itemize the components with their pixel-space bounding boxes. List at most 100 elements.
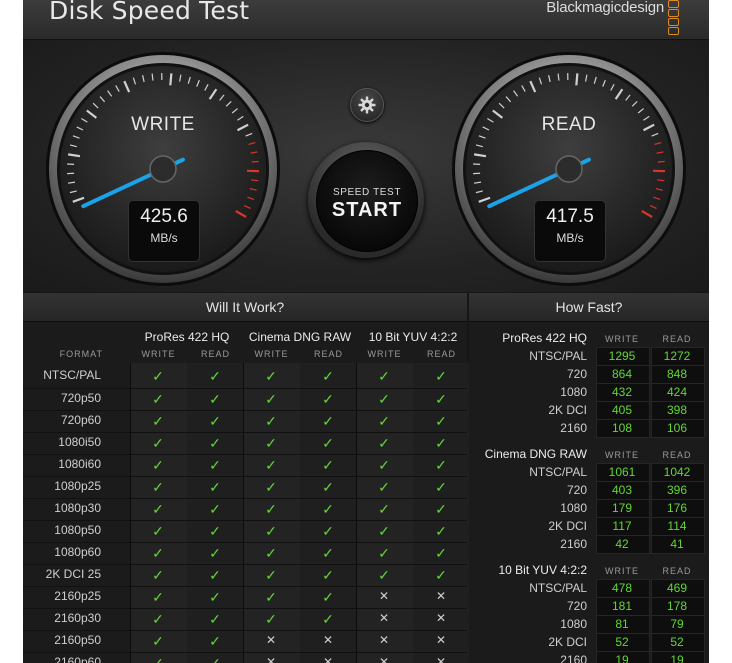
check-icon: ✓ <box>265 435 277 451</box>
read-speed-value: 417.5 <box>546 206 594 227</box>
check-icon: ✓ <box>152 611 164 627</box>
resolution-label: 2160 <box>560 653 587 663</box>
check-icon: ✓ <box>322 413 334 429</box>
write-speed-value: 478 <box>611 581 633 595</box>
write-gauge: WRITE 425.6 MB/s <box>44 50 282 288</box>
format-label: 1080i50 <box>58 435 101 449</box>
check-icon: ✓ <box>378 435 390 451</box>
resolution-label: 2160 <box>560 421 587 435</box>
format-label: 1080p25 <box>54 479 101 493</box>
check-icon: ✓ <box>152 457 164 473</box>
format-row: 720p60 ✓ ✓ ✓ ✓ ✓ ✓ <box>23 410 467 431</box>
brand-logo-icon <box>668 0 679 35</box>
check-icon: ✓ <box>209 479 221 495</box>
resolution-label: 1080 <box>560 501 587 515</box>
check-icon: ✓ <box>209 501 221 517</box>
format-label: 2K DCI 25 <box>45 567 101 581</box>
app-title: Disk Speed Test <box>49 0 250 25</box>
check-icon: ✓ <box>435 567 447 583</box>
format-row: 2160p25 ✓ ✓ ✓ ✓ ✕ ✕ <box>23 586 467 607</box>
format-label: 2160p30 <box>54 611 101 625</box>
check-icon: ✓ <box>152 368 164 384</box>
resolution-label: 720 <box>566 599 587 613</box>
read-speed-value: 1272 <box>663 349 691 363</box>
check-icon: ✓ <box>152 479 164 495</box>
check-icon: ✓ <box>322 501 334 517</box>
format-column-header: FORMAT <box>59 349 103 359</box>
check-icon: ✓ <box>152 589 164 605</box>
resolution-label: NTSC/PAL <box>529 349 587 363</box>
write-speed-value: 108 <box>611 421 633 435</box>
brand-name: Blackmagicdesign <box>546 0 664 16</box>
check-icon: ✓ <box>435 391 447 407</box>
check-icon: ✓ <box>322 545 334 561</box>
gauge-hub <box>149 155 177 183</box>
read-speed-value: 178 <box>666 599 688 613</box>
cross-icon: ✕ <box>435 655 447 663</box>
check-icon: ✓ <box>209 589 221 605</box>
check-icon: ✓ <box>209 655 221 663</box>
format-row: 1080p60 ✓ ✓ ✓ ✓ ✓ ✓ <box>23 542 467 563</box>
cross-icon: ✕ <box>378 611 390 625</box>
read-column-header: READ <box>662 334 692 344</box>
check-icon: ✓ <box>209 567 221 583</box>
check-icon: ✓ <box>152 655 164 663</box>
check-icon: ✓ <box>265 457 277 473</box>
write-speed-value: 425.6 <box>140 206 188 227</box>
format-label: 1080i60 <box>58 457 101 471</box>
read-readout: 417.5 MB/s <box>534 200 606 262</box>
format-row: 1080p50 ✓ ✓ ✓ ✓ ✓ ✓ <box>23 520 467 541</box>
check-icon: ✓ <box>378 523 390 539</box>
write-speed-value: 42 <box>615 537 629 551</box>
check-icon: ✓ <box>322 435 334 451</box>
read-speed-value: 396 <box>666 483 688 497</box>
gauge-tick <box>151 73 154 81</box>
how-fast-title: How Fast? <box>469 293 709 322</box>
codec-header: ProRes 422 HQ <box>144 330 230 344</box>
format-row: 1080i60 ✓ ✓ ✓ ✓ ✓ ✓ <box>23 454 467 475</box>
check-icon: ✓ <box>322 567 334 583</box>
check-icon: ✓ <box>322 391 334 407</box>
resolution-label: NTSC/PAL <box>529 581 587 595</box>
write-column-header: WRITE <box>141 349 176 359</box>
codec-header: 10 Bit YUV 4:2:2 <box>368 330 458 344</box>
gauge-hub <box>555 155 583 183</box>
format-label: 2160p60 <box>54 655 101 663</box>
will-it-work-title: Will It Work? <box>23 293 467 322</box>
read-speed-value: 79 <box>670 617 684 631</box>
check-icon: ✓ <box>378 501 390 517</box>
write-speed-value: 1295 <box>608 349 636 363</box>
app-window: Disk Speed Test Blackmagicdesign WRITE 4… <box>23 0 709 663</box>
format-row: 1080p25 ✓ ✓ ✓ ✓ ✓ ✓ <box>23 476 467 497</box>
check-icon: ✓ <box>152 413 164 429</box>
settings-button[interactable] <box>350 88 384 122</box>
format-row: 2K DCI 25 ✓ ✓ ✓ ✓ ✓ ✓ <box>23 564 467 585</box>
format-label: 720p50 <box>60 391 101 405</box>
check-icon: ✓ <box>435 457 447 473</box>
check-icon: ✓ <box>265 368 277 384</box>
check-icon: ✓ <box>435 545 447 561</box>
format-label: 1080p60 <box>54 545 101 559</box>
check-icon: ✓ <box>265 567 277 583</box>
format-label: 1080p30 <box>54 501 101 515</box>
check-icon: ✓ <box>152 567 164 583</box>
check-icon: ✓ <box>265 545 277 561</box>
gauge-tick <box>575 73 579 86</box>
check-icon: ✓ <box>152 391 164 407</box>
check-icon: ✓ <box>378 457 390 473</box>
cross-icon: ✕ <box>265 655 277 663</box>
check-icon: ✓ <box>209 368 221 384</box>
check-icon: ✓ <box>322 523 334 539</box>
check-icon: ✓ <box>378 391 390 407</box>
check-icon: ✓ <box>322 368 334 384</box>
format-row: NTSC/PAL ✓ ✓ ✓ ✓ ✓ ✓ <box>23 366 467 386</box>
write-speed-value: 117 <box>612 519 632 533</box>
write-speed-value: 1061 <box>608 465 636 479</box>
how-fast-group-title: ProRes 422 HQ <box>502 331 587 345</box>
format-label: 2160p25 <box>54 589 101 603</box>
start-button[interactable]: SPEED TEST START <box>308 142 424 258</box>
write-column-header: WRITE <box>367 349 402 359</box>
resolution-label: 2160 <box>560 537 587 551</box>
read-column-header: READ <box>426 349 456 359</box>
resolution-label: NTSC/PAL <box>529 465 587 479</box>
